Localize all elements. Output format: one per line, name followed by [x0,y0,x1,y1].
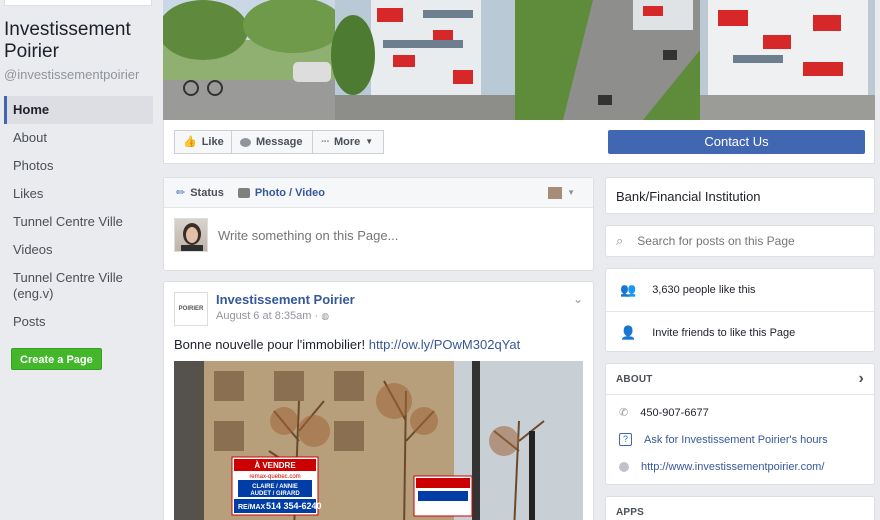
message-button[interactable]: Message [231,130,313,154]
post-author[interactable]: Investissement Poirier [216,292,355,307]
tab-status[interactable]: ✏ Status [176,186,224,200]
nav-item-photos[interactable]: Photos [4,152,153,180]
likes-count-row[interactable]: 👥 3,630 people like this [606,269,874,311]
nav-item-tunnel-centre-ville-eng[interactable]: Tunnel Centre Ville (eng.v) [4,264,153,308]
composer-body [164,208,593,262]
contact-us-button[interactable]: Contact Us [608,130,865,154]
about-title: ABOUT [616,373,653,385]
search-posts-input[interactable] [637,234,848,248]
phone-icon: ✆ [619,407,629,419]
more-button[interactable]: ··· More ▼ [312,130,384,154]
post-card: POIRIER Investissement Poirier August 6 … [163,281,594,520]
page-nav: Home About Photos Likes Tunnel Centre Vi… [4,96,153,336]
apps-box: APPS [605,496,875,520]
sign-brand: RE/MAX [238,504,266,511]
nav-item-tunnel-centre-ville[interactable]: Tunnel Centre Ville [4,208,153,236]
pencil-icon: ✏ [176,187,186,199]
avatar [174,218,208,252]
post-photo: À VENDRE remax-quebec.com CLAIRE / ANNIE… [174,361,583,520]
post-timestamp[interactable]: August 6 at 8:35am · ◍ [216,310,355,322]
page-search[interactable]: ⌕ [605,225,875,257]
page-name[interactable]: Investissement Poirier [4,19,154,63]
page-category[interactable]: Bank/Financial Institution [605,177,875,214]
apps-header[interactable]: APPS [606,497,874,520]
caret-down-icon: ▼ [365,137,374,146]
sign-names-2: AUDET / GIRARD [250,491,300,497]
page-action-bar: 👍 Like Message ··· More ▼ Contact Us [163,120,875,164]
nav-item-likes[interactable]: Likes [4,180,153,208]
left-sidebar: Investissement Poirier @investissementpo… [0,0,162,520]
create-page-button[interactable]: Create a Page [11,348,102,370]
nav-item-about[interactable]: About [4,124,153,152]
post-link[interactable]: http://ow.ly/POwM302qYat [369,337,521,352]
more-button-label: More [334,136,361,148]
ask-hours-link[interactable]: Ask for Investissement Poirier's hours [644,434,828,446]
website-link[interactable]: http://www.investissementpoirier.com/ [641,461,824,473]
tab-photo-video[interactable]: Photo / Video [237,186,325,199]
about-header[interactable]: ABOUT › [606,364,874,395]
post-as-selector[interactable]: ▼ [548,186,575,199]
nav-item-posts[interactable]: Posts [4,308,153,336]
sign-names-1: CLAIRE / ANNIE [252,484,298,490]
hours-row: ? Ask for Investissement Poirier's hours [606,426,874,453]
profile-box-edge [4,0,152,6]
invite-friends-label: Invite friends to like this Page [652,326,796,339]
website-row: http://www.investissementpoirier.com/ [606,453,874,480]
phone-row: ✆ 450-907-6677 [606,399,874,426]
apps-title: APPS [616,507,645,518]
add-friend-icon: 👤 [620,324,637,340]
poirier-logo-text: POIRIER [178,306,204,312]
composer-tabs: ✏ Status Photo / Video ▼ [164,178,593,208]
post-image[interactable]: À VENDRE remax-quebec.com CLAIRE / ANNIE… [174,361,583,520]
thumbs-up-icon: 👍 [183,136,197,148]
invite-friends-row[interactable]: 👤 Invite friends to like this Page [606,311,874,353]
likes-count: 3,630 people like this [652,284,756,296]
search-icon: ⌕ [616,233,624,248]
post-header: POIRIER Investissement Poirier August 6 … [174,292,355,326]
globe-icon [619,461,629,472]
sign-for-sale: À VENDRE [254,461,296,470]
question-icon: ? [619,433,632,446]
avatar-tiny [548,186,563,199]
sign-phone: 514 354-6240 [266,501,322,511]
caret-down-icon: ▼ [567,188,575,197]
phone-number: 450-907-6677 [640,406,709,419]
nav-item-home[interactable]: Home [4,96,153,124]
message-bubble-icon [240,137,251,147]
message-button-label: Message [256,136,303,148]
post-message: Bonne nouvelle pour l'immobilier! [174,337,366,352]
dots-icon: ··· [321,136,330,148]
tab-status-label: Status [190,186,224,199]
write-post-input[interactable] [218,227,578,243]
about-box: ABOUT › ✆ 450-907-6677 ? Ask for Investi… [605,363,875,485]
cover-photo[interactable] [163,0,875,120]
camera-icon [237,187,250,198]
likes-box: 👥 3,630 people like this 👤 Invite friend… [605,268,875,352]
globe-icon: ◍ [321,311,330,321]
sign-website: remax-quebec.com [249,474,300,480]
page-handle[interactable]: @investissementpoirier [4,67,139,82]
tab-photo-video-label: Photo / Video [254,186,325,199]
people-icon: 👥 [620,282,637,297]
post-text: Bonne nouvelle pour l'immobilier! http:/… [174,337,520,352]
nav-item-videos[interactable]: Videos [4,236,153,264]
chevron-right-icon: › [858,370,864,387]
chevron-down-icon[interactable]: ⌄ [573,292,583,306]
like-button[interactable]: 👍 Like [174,130,232,154]
post-composer: ✏ Status Photo / Video ▼ [163,177,594,271]
cover-image [163,0,875,120]
post-author-logo[interactable]: POIRIER [174,292,208,326]
like-button-label: Like [201,136,224,148]
